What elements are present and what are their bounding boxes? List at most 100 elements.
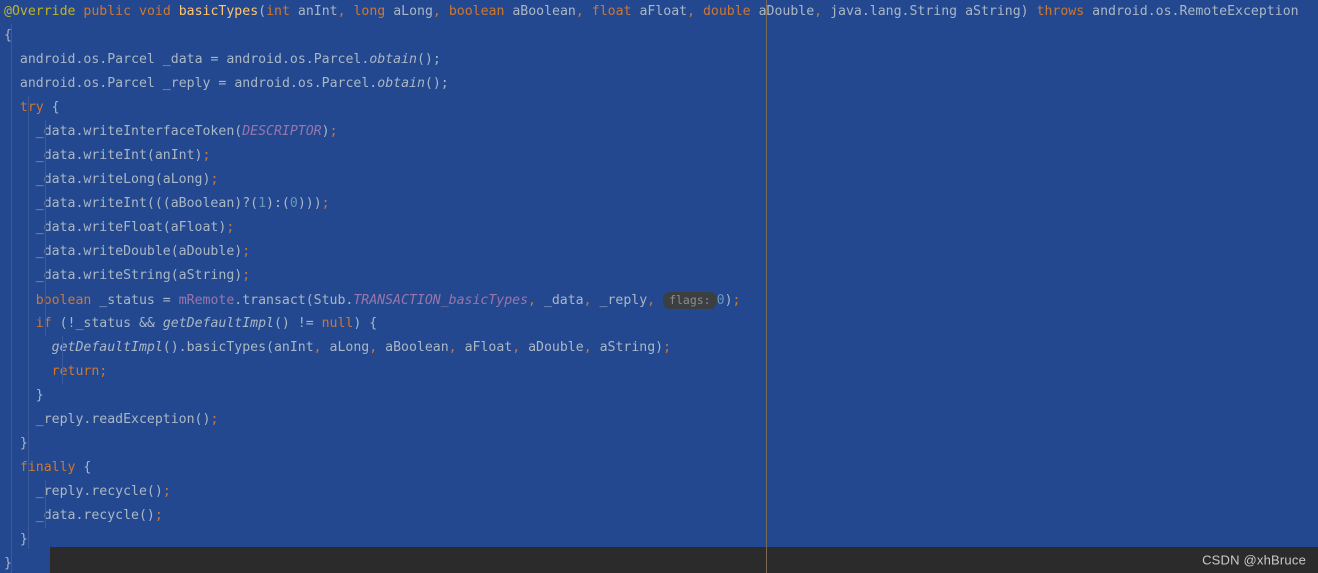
token-call-writeint-anint: _data.writeInt(anInt) bbox=[35, 148, 203, 163]
token-comma-13c: , bbox=[647, 293, 656, 308]
token-paren-close-6: ) bbox=[321, 124, 330, 139]
token-delegate-arg-aboolean: aBoolean bbox=[377, 340, 449, 355]
code-line-2[interactable]: { bbox=[0, 24, 1299, 48]
code-line-16[interactable]: return; bbox=[0, 360, 1299, 384]
token-arg-reply: _reply bbox=[591, 293, 648, 308]
token-param-aboolean: aBoolean bbox=[512, 4, 576, 19]
token-delegate-arg-afloat: aFloat bbox=[456, 340, 513, 355]
token-assign-data: = bbox=[210, 52, 219, 67]
token-field-mremote: mRemote bbox=[178, 293, 235, 308]
token-keyword-float: float bbox=[591, 4, 632, 19]
token-var-data: _data bbox=[162, 52, 203, 67]
indent-guide-level-1 bbox=[11, 24, 12, 573]
token-keyword-int: int bbox=[266, 4, 290, 19]
code-line-12[interactable]: _data.writeString(aString); bbox=[0, 264, 1299, 288]
code-line-10[interactable]: _data.writeFloat(aFloat); bbox=[0, 216, 1299, 240]
token-keyword-long: long bbox=[353, 4, 386, 19]
token-param-astring: aString bbox=[965, 4, 1021, 19]
token-ternary-mid: ):( bbox=[266, 196, 290, 211]
token-condition-mid: () != bbox=[273, 316, 322, 331]
code-line-7[interactable]: _data.writeInt(anInt); bbox=[0, 144, 1299, 168]
token-keyword-throws: throws bbox=[1036, 4, 1085, 19]
token-method-basictypes: basicTypes bbox=[178, 4, 259, 19]
code-line-11[interactable]: _data.writeDouble(aDouble); bbox=[0, 240, 1299, 264]
token-comma-15a: , bbox=[313, 340, 322, 355]
token-semicolon-13: ; bbox=[732, 293, 741, 308]
token-brace-close-try: } bbox=[19, 436, 28, 451]
token-var-status: _status = bbox=[91, 293, 179, 308]
token-comma-15e: , bbox=[583, 340, 592, 355]
token-qualifier-parcel-reply: android.os.Parcel. bbox=[234, 76, 378, 91]
token-var-reply: _reply bbox=[162, 76, 211, 91]
token-type-parcel-data: android.os.Parcel bbox=[19, 52, 155, 67]
code-line-3[interactable]: android.os.Parcel _data = android.os.Par… bbox=[0, 48, 1299, 72]
token-annotation-override: @Override bbox=[4, 4, 76, 19]
token-delegate-arg-adouble: aDouble bbox=[520, 340, 584, 355]
code-line-8[interactable]: _data.writeLong(aLong); bbox=[0, 168, 1299, 192]
token-keyword-try: try bbox=[19, 100, 44, 115]
token-semicolon-11: ; bbox=[242, 244, 251, 259]
token-call-transact: .transact(Stub. bbox=[234, 293, 354, 308]
code-line-20[interactable]: finally { bbox=[0, 456, 1299, 480]
code-line-22[interactable]: _data.recycle(); bbox=[0, 504, 1299, 528]
indent-guide-level-3b bbox=[45, 480, 46, 528]
token-delegate-arg-along: aLong bbox=[321, 340, 370, 355]
code-line-1[interactable]: @Override public void basicTypes(int anI… bbox=[0, 0, 1299, 24]
token-brace-open-finally: { bbox=[83, 460, 92, 475]
token-semicolon-21: ; bbox=[162, 484, 171, 499]
token-brace-open-try: { bbox=[51, 100, 60, 115]
token-keyword-public: public bbox=[83, 4, 132, 19]
code-line-14[interactable]: if (!_status && getDefaultImpl() != null… bbox=[0, 312, 1299, 336]
code-line-18[interactable]: _reply.readException(); bbox=[0, 408, 1299, 432]
token-keyword-void: void bbox=[139, 4, 171, 19]
token-param-afloat: aFloat bbox=[639, 4, 688, 19]
token-constant-transaction-basictypes: TRANSACTION_basicTypes bbox=[353, 293, 529, 308]
inlay-hint-flags[interactable]: flags: bbox=[663, 292, 717, 309]
token-brace-close-if: } bbox=[35, 388, 44, 403]
token-semicolon-18: ; bbox=[210, 412, 219, 427]
code-line-9[interactable]: _data.writeInt(((aBoolean)?(1):(0))); bbox=[0, 192, 1299, 216]
token-comma-15d: , bbox=[512, 340, 521, 355]
token-condition-head: (!_status && bbox=[51, 316, 163, 331]
token-keyword-boolean: boolean bbox=[448, 4, 505, 19]
token-static-getdefaultimpl-call: getDefaultImpl bbox=[51, 340, 163, 355]
code-line-17[interactable]: } bbox=[0, 384, 1299, 408]
code-line-6[interactable]: _data.writeInterfaceToken(DESCRIPTOR); bbox=[0, 120, 1299, 144]
token-type-string: java.lang.String bbox=[830, 4, 958, 19]
token-semicolon-8: ; bbox=[210, 172, 219, 187]
token-semicolon-15: ; bbox=[663, 340, 672, 355]
token-number-flags-zero: 0 bbox=[716, 293, 725, 308]
token-param-along: aLong bbox=[393, 4, 433, 19]
code-line-19[interactable]: } bbox=[0, 432, 1299, 456]
token-call-writeinterfacetoken: _data.writeInterfaceToken( bbox=[35, 124, 243, 139]
token-semicolon-7: ; bbox=[202, 148, 211, 163]
token-type-remoteexception: android.os.RemoteException bbox=[1092, 4, 1299, 19]
token-static-obtain-data: obtain bbox=[369, 52, 417, 67]
token-comma-13b: , bbox=[583, 293, 592, 308]
token-semicolon-22: ; bbox=[154, 508, 163, 523]
token-keyword-if: if bbox=[35, 316, 52, 331]
column-guide-line bbox=[766, 0, 767, 573]
code-line-13[interactable]: boolean _status = mRemote.transact(Stub.… bbox=[0, 288, 1299, 312]
token-tail-data: (); bbox=[416, 52, 441, 67]
indent-guide-level-3 bbox=[45, 120, 46, 336]
code-line-15[interactable]: getDefaultImpl().basicTypes(anInt, aLong… bbox=[0, 336, 1299, 360]
token-delegate-call-head: ().basicTypes(anInt bbox=[162, 340, 314, 355]
token-number-zero: 0 bbox=[289, 196, 298, 211]
token-ternary-tail: ))) bbox=[297, 196, 322, 211]
code-editor-viewport[interactable]: @Override public void basicTypes(int anI… bbox=[0, 0, 1318, 573]
code-content[interactable]: @Override public void basicTypes(int anI… bbox=[0, 0, 1299, 573]
token-call-writedouble-adouble: _data.writeDouble(aDouble) bbox=[35, 244, 243, 259]
code-line-5[interactable]: try { bbox=[0, 96, 1299, 120]
token-arg-data: _data bbox=[535, 293, 584, 308]
code-line-4[interactable]: android.os.Parcel _reply = android.os.Pa… bbox=[0, 72, 1299, 96]
token-brace-close-finally: } bbox=[19, 532, 28, 547]
token-condition-tail: ) { bbox=[353, 316, 378, 331]
token-semicolon-9: ; bbox=[321, 196, 330, 211]
indent-guide-level-4 bbox=[62, 336, 63, 384]
token-keyword-return: return bbox=[51, 364, 100, 379]
token-tail-reply: (); bbox=[424, 76, 449, 91]
token-comma-15b: , bbox=[369, 340, 378, 355]
indent-guide-level-2 bbox=[28, 96, 29, 549]
code-line-21[interactable]: _reply.recycle(); bbox=[0, 480, 1299, 504]
